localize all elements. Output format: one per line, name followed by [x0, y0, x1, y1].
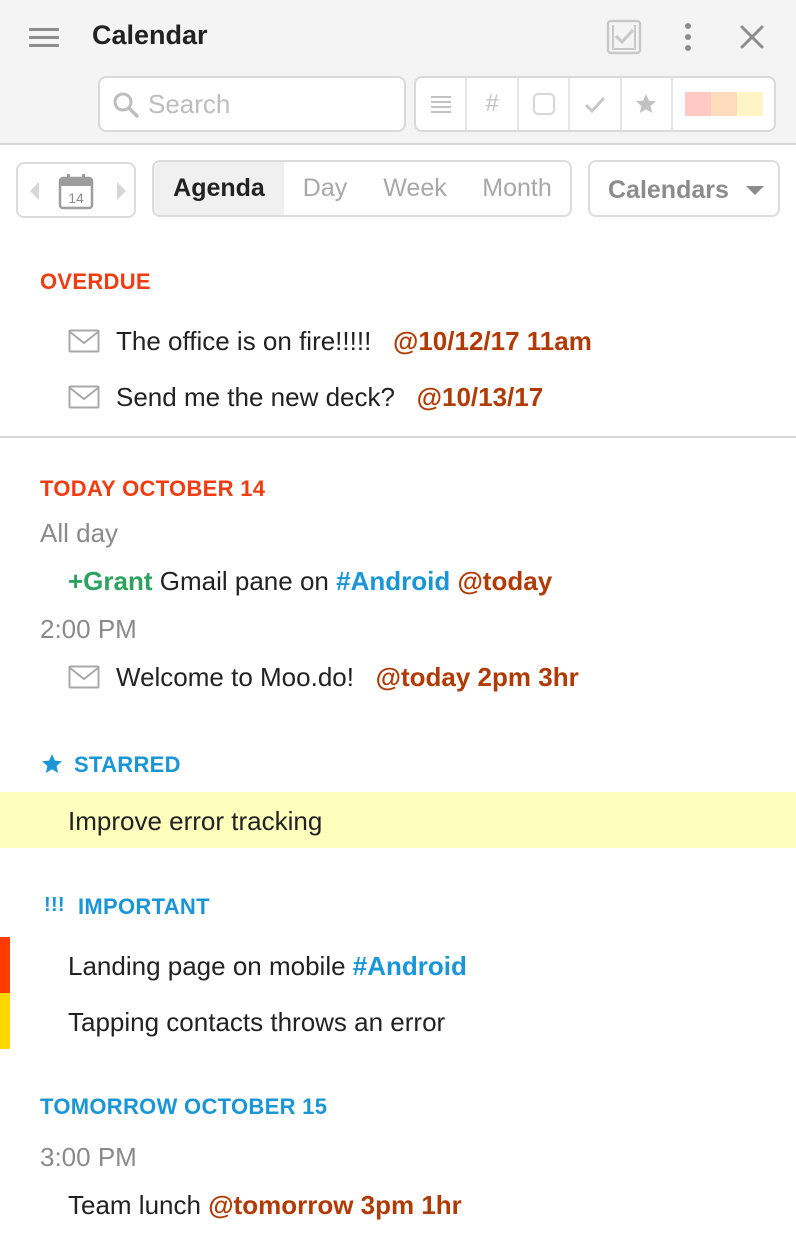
- tab-month[interactable]: Month: [464, 162, 570, 215]
- task-text: Welcome to Moo.do! @today 2pm 3hr: [116, 662, 579, 693]
- task-text: Landing page on mobile #Android: [68, 951, 467, 982]
- task-text: +Grant Gmail pane on #Android @today: [68, 566, 552, 597]
- close-icon[interactable]: [736, 21, 768, 53]
- date-tag[interactable]: @tomorrow 3pm 1hr: [208, 1190, 462, 1220]
- date-tag[interactable]: @10/13/17: [417, 382, 544, 412]
- list-item[interactable]: +Grant Gmail pane on #Android @today: [0, 552, 796, 608]
- list-item[interactable]: The office is on fire!!!!! @10/12/17 11a…: [0, 313, 796, 369]
- task-title: Improve error tracking: [68, 806, 323, 836]
- view-tabs: Agenda Day Week Month: [152, 160, 572, 217]
- search-input[interactable]: [148, 86, 398, 122]
- task-title: Gmail pane on: [159, 566, 329, 596]
- priority-bar-red: [0, 937, 10, 993]
- next-arrow-icon[interactable]: [112, 178, 130, 204]
- date-navigator: 14: [16, 162, 136, 218]
- hashtag-icon: #: [485, 90, 499, 117]
- list-item[interactable]: Welcome to Moo.do! @today 2pm 3hr: [0, 649, 796, 705]
- task-title: The office is on fire!!!!!: [116, 326, 372, 356]
- calendars-dropdown[interactable]: Calendars: [588, 160, 780, 217]
- section-divider: [0, 436, 796, 438]
- today-heading: TODAY OCTOBER 14: [40, 476, 266, 501]
- filter-checkbox-button[interactable]: [519, 78, 571, 130]
- task-title: Send me the new deck?: [116, 382, 395, 412]
- task-text: Send me the new deck? @10/13/17: [116, 382, 543, 413]
- date-tag[interactable]: @today: [457, 566, 552, 596]
- mail-icon: [68, 385, 100, 409]
- color-swatch-orange: [710, 92, 737, 116]
- page-title: Calendar: [92, 20, 208, 50]
- mail-icon: [68, 665, 100, 689]
- task-text: Team lunch @tomorrow 3pm 1hr: [68, 1190, 462, 1221]
- more-options-icon[interactable]: [676, 20, 700, 54]
- filter-hashtag-button[interactable]: #: [467, 78, 519, 130]
- filter-list-button[interactable]: [416, 78, 468, 130]
- all-day-label: All day: [40, 518, 119, 548]
- important-icon: !!!: [44, 894, 65, 916]
- task-title: Team lunch: [68, 1190, 201, 1220]
- person-tag[interactable]: +Grant: [68, 566, 153, 596]
- task-text: The office is on fire!!!!! @10/12/17 11a…: [116, 326, 592, 357]
- list-item[interactable]: Landing page on mobile #Android: [0, 937, 796, 993]
- calendar-today-icon[interactable]: 14: [56, 171, 96, 211]
- filter-toolbar: #: [414, 76, 776, 132]
- checkbox-icon: [532, 93, 555, 115]
- chevron-down-icon: [746, 186, 764, 195]
- tab-week[interactable]: Week: [366, 162, 464, 215]
- date-tag[interactable]: @10/12/17 11am: [393, 326, 592, 356]
- previous-arrow-icon[interactable]: [26, 178, 44, 204]
- task-title: Tapping contacts throws an error: [68, 1007, 446, 1037]
- search-icon: [113, 92, 139, 118]
- color-swatch-red: [684, 92, 711, 116]
- filter-completed-button[interactable]: [570, 78, 622, 130]
- calendar-date-number: 14: [68, 190, 84, 206]
- list-item[interactable]: Improve error tracking: [0, 792, 796, 848]
- tab-agenda[interactable]: Agenda: [154, 162, 284, 215]
- mail-icon: [68, 329, 100, 353]
- list-item[interactable]: Team lunch @tomorrow 3pm 1hr: [0, 1176, 796, 1232]
- date-tag[interactable]: @today 2pm 3hr: [376, 662, 579, 692]
- star-icon: [636, 94, 657, 113]
- star-icon: [42, 754, 62, 773]
- tab-day[interactable]: Day: [284, 162, 366, 215]
- calendars-label: Calendars: [608, 176, 729, 204]
- overdue-heading: OVERDUE: [40, 269, 151, 294]
- list-item[interactable]: Send me the new deck? @10/13/17: [0, 369, 796, 425]
- checkmark-icon: [584, 96, 606, 114]
- filter-colors-button[interactable]: [673, 78, 774, 130]
- task-checkbox-icon[interactable]: [606, 19, 642, 55]
- task-title: Welcome to Moo.do!: [116, 662, 354, 692]
- list-item[interactable]: Tapping contacts throws an error: [0, 993, 796, 1049]
- starred-heading: STARRED: [74, 752, 181, 777]
- priority-bar-yellow: [0, 993, 10, 1049]
- filter-starred-button[interactable]: [622, 78, 674, 130]
- time-label: 3:00 PM: [40, 1142, 137, 1172]
- task-title: Landing page on mobile: [68, 951, 346, 981]
- app-header: Calendar #: [0, 0, 796, 145]
- tomorrow-heading: TOMORROW OCTOBER 15: [40, 1094, 328, 1119]
- hashtag[interactable]: #Android: [336, 566, 450, 596]
- search-box: [98, 76, 406, 132]
- time-label: 2:00 PM: [40, 614, 137, 644]
- important-heading: IMPORTANT: [78, 894, 210, 919]
- hashtag[interactable]: #Android: [353, 951, 467, 981]
- list-icon: [430, 96, 451, 113]
- color-swatch-yellow: [736, 92, 763, 116]
- color-swatches: [684, 92, 763, 116]
- hamburger-menu-icon[interactable]: [26, 24, 62, 52]
